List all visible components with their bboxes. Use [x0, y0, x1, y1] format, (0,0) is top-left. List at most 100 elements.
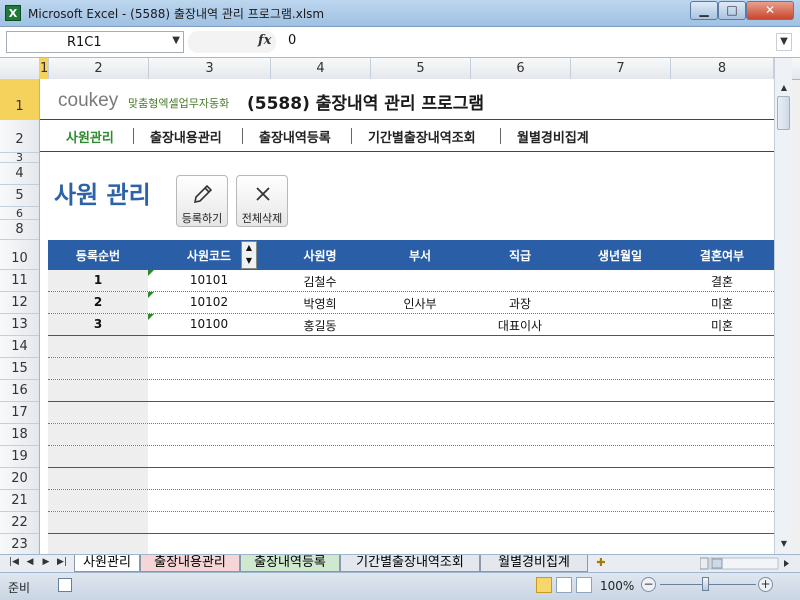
- macro-record-icon[interactable]: [58, 578, 72, 592]
- table-row[interactable]: 3 10100 홍길동 대표이사 미혼: [48, 314, 774, 336]
- cell-dept[interactable]: 인사부: [370, 295, 470, 312]
- row-header[interactable]: 3: [0, 152, 39, 163]
- cell-married[interactable]: 결혼: [670, 273, 774, 290]
- table-row[interactable]: 2 10102 박영희 인사부 과장 미혼: [48, 292, 774, 314]
- row-header[interactable]: 21: [0, 490, 39, 512]
- nav-trip-content[interactable]: 출장내용관리: [150, 127, 222, 146]
- row-header[interactable]: 14: [0, 336, 39, 358]
- tab-employee[interactable]: 사원관리: [74, 555, 140, 572]
- scroll-up-icon[interactable]: ▲: [777, 80, 791, 96]
- table-row[interactable]: [48, 512, 774, 534]
- zoom-level[interactable]: 100%: [600, 579, 634, 593]
- insert-function-icon[interactable]: fx: [258, 33, 271, 48]
- cell-married[interactable]: 미혼: [670, 295, 774, 312]
- row-header[interactable]: 5: [0, 185, 39, 207]
- column-header[interactable]: 5: [371, 58, 471, 79]
- first-sheet-icon[interactable]: |◀: [8, 557, 20, 567]
- cell-emp-code[interactable]: 10101: [148, 273, 270, 287]
- spin-down-icon[interactable]: ▼: [243, 255, 255, 267]
- cell-emp-code[interactable]: 10100: [148, 317, 270, 331]
- cell-rank[interactable]: 과장: [470, 295, 570, 312]
- row-header[interactable]: 10: [0, 240, 39, 270]
- column-header[interactable]: 6: [471, 58, 571, 79]
- cell-emp-name[interactable]: 박영희: [270, 295, 370, 312]
- cell-emp-name[interactable]: 홍길동: [270, 317, 370, 334]
- minimize-button[interactable]: ▁: [690, 1, 718, 20]
- row-header[interactable]: 15: [0, 358, 39, 380]
- cell-married[interactable]: 미혼: [670, 317, 774, 334]
- table-row[interactable]: [48, 402, 774, 424]
- table-row[interactable]: [48, 380, 774, 402]
- row-header[interactable]: 13: [0, 314, 39, 336]
- register-button[interactable]: 등록하기: [176, 175, 228, 227]
- cell-emp-code[interactable]: 10102: [148, 295, 270, 309]
- select-all-corner[interactable]: [0, 58, 40, 79]
- table-row[interactable]: [48, 534, 774, 554]
- row-header[interactable]: 1: [0, 79, 39, 120]
- nav-period-query[interactable]: 기간별출장내역조회: [368, 127, 476, 146]
- column-header[interactable]: 8: [671, 58, 774, 79]
- prev-sheet-icon[interactable]: ◀: [24, 557, 36, 567]
- table-row[interactable]: [48, 490, 774, 512]
- column-header[interactable]: 3: [149, 58, 271, 79]
- nav-employee-management[interactable]: 사원관리: [66, 127, 114, 146]
- last-sheet-icon[interactable]: ▶|: [56, 557, 68, 567]
- scroll-thumb[interactable]: [777, 96, 790, 130]
- table-row[interactable]: [48, 336, 774, 358]
- close-button[interactable]: ✕: [746, 1, 794, 20]
- cell-emp-name[interactable]: 김철수: [270, 273, 370, 290]
- table-row[interactable]: [48, 446, 774, 468]
- formula-input[interactable]: 0: [282, 31, 774, 53]
- page-break-view-icon[interactable]: [576, 577, 592, 593]
- row-header[interactable]: 22: [0, 512, 39, 534]
- row-header[interactable]: 20: [0, 468, 39, 490]
- column-header[interactable]: 1: [40, 58, 49, 79]
- name-box[interactable]: R1C1 ▼: [6, 31, 184, 53]
- maximize-button[interactable]: □: [718, 1, 746, 20]
- cell-reg-no[interactable]: 1: [48, 273, 148, 287]
- table-row[interactable]: [48, 468, 774, 490]
- row-header[interactable]: 16: [0, 380, 39, 402]
- table-row[interactable]: [48, 424, 774, 446]
- excel-app-icon[interactable]: X: [5, 5, 21, 21]
- table-row[interactable]: 1 10101 김철수 결혼: [48, 270, 774, 292]
- chevron-down-icon[interactable]: ▼: [172, 35, 180, 46]
- nav-monthly-expense[interactable]: 월별경비집계: [517, 127, 589, 146]
- next-sheet-icon[interactable]: ▶: [40, 557, 52, 567]
- worksheet[interactable]: coukey 맞춤형엑셀업무자동화 (5588) 출장내역 관리 프로그램 사원…: [40, 79, 774, 554]
- tab-trip-register[interactable]: 출장내역등록: [240, 555, 340, 572]
- zoom-slider-thumb[interactable]: [702, 577, 709, 591]
- column-header[interactable]: 4: [271, 58, 371, 79]
- scroll-down-icon[interactable]: ▼: [777, 536, 791, 552]
- row-header[interactable]: 8: [0, 220, 39, 240]
- nav-trip-register[interactable]: 출장내역등록: [259, 127, 331, 146]
- row-header[interactable]: 4: [0, 163, 39, 185]
- row-header[interactable]: 2: [0, 120, 39, 153]
- column-header[interactable]: 2: [49, 58, 149, 79]
- row-header[interactable]: 6: [0, 207, 39, 220]
- row-header[interactable]: 12: [0, 292, 39, 314]
- vertical-scrollbar[interactable]: ▲ ▼: [774, 58, 792, 554]
- expand-formula-bar-icon[interactable]: ▼: [776, 33, 792, 51]
- row-header[interactable]: 17: [0, 402, 39, 424]
- row-header[interactable]: 23: [0, 534, 39, 554]
- spin-up-icon[interactable]: ▲: [243, 242, 255, 254]
- table-row[interactable]: [48, 358, 774, 380]
- zoom-out-icon[interactable]: −: [641, 577, 656, 592]
- page-layout-view-icon[interactable]: [556, 577, 572, 593]
- row-header[interactable]: 18: [0, 424, 39, 446]
- insert-sheet-icon[interactable]: ✚: [592, 556, 610, 571]
- delete-all-button[interactable]: 전체삭제: [236, 175, 288, 227]
- cell-reg-no[interactable]: 2: [48, 295, 148, 309]
- tab-trip-content[interactable]: 출장내용관리: [140, 555, 240, 572]
- sort-spinner[interactable]: ▲ ▼: [241, 241, 257, 269]
- zoom-in-icon[interactable]: +: [758, 577, 773, 592]
- tab-monthly-expense[interactable]: 월별경비집계: [480, 555, 588, 572]
- tab-period-query[interactable]: 기간별출장내역조회: [340, 555, 480, 572]
- column-header[interactable]: 7: [571, 58, 671, 79]
- row-header[interactable]: 19: [0, 446, 39, 468]
- row-header[interactable]: 11: [0, 270, 39, 292]
- cell-rank[interactable]: 대표이사: [470, 317, 570, 334]
- horizontal-scrollbar[interactable]: [700, 557, 792, 570]
- cell-reg-no[interactable]: 3: [48, 317, 148, 331]
